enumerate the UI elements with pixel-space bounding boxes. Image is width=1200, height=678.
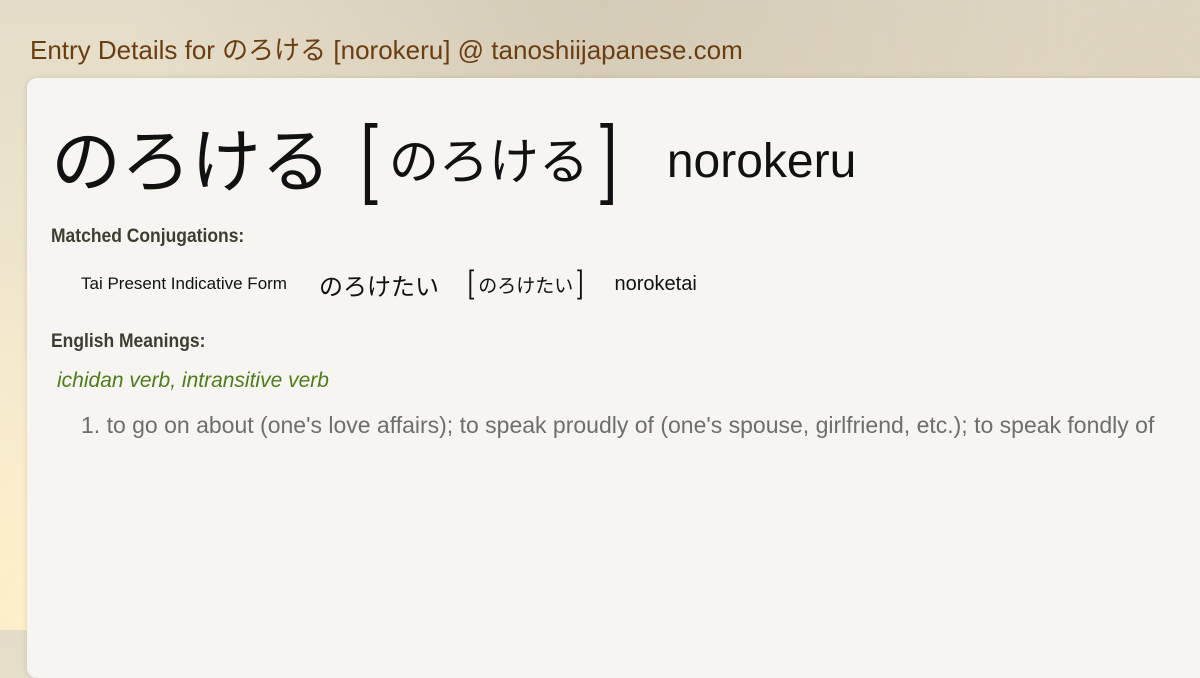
part-of-speech: ichidan verb, intransitive verb xyxy=(57,369,329,392)
conjugation-form: Tai Present Indicative Form xyxy=(81,274,287,293)
conjugation-close-bracket: ] xyxy=(575,264,584,304)
headword-kana: のろける xyxy=(51,121,331,203)
conjugation-kana: のろけたい xyxy=(318,272,439,301)
meanings-label: English Meanings: xyxy=(51,331,206,352)
headword-romaji: norokeru xyxy=(666,135,857,188)
close-bracket: ] xyxy=(596,108,618,215)
headword: のろける [ のろける ] norokeru xyxy=(51,116,856,208)
conjugations-label: Matched Conjugations: xyxy=(51,226,245,247)
conjugation-reading: のろけたい xyxy=(478,274,574,297)
meaning-item: 1. to go on about (one's love affairs); … xyxy=(81,412,1155,438)
entry-card: のろける [ のろける ] norokeru Matched Conjugati… xyxy=(27,78,1200,678)
conjugation-open-bracket: [ xyxy=(467,264,476,304)
page-title: Entry Details for のろける [norokeru] @ tano… xyxy=(30,35,743,65)
conjugation-row: Tai Present Indicative Form のろけたい [ のろけた… xyxy=(81,264,697,304)
headword-reading: のろける xyxy=(388,133,589,191)
conjugation-romaji: noroketai xyxy=(614,272,697,295)
open-bracket: [ xyxy=(360,108,382,215)
